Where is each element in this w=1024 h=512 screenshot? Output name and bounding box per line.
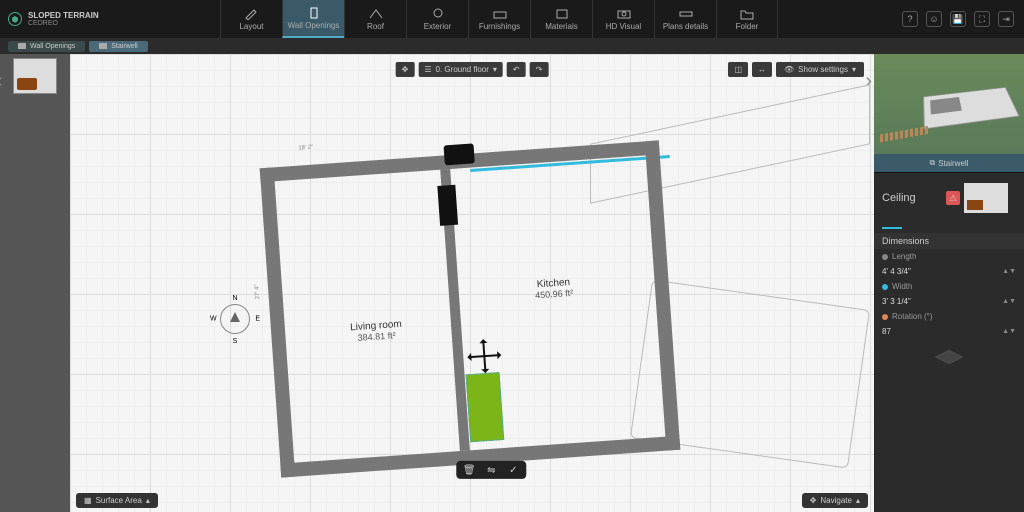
canvas[interactable]: › ✥ ☰ 0. Ground floor ▾ ↶ ↷ ◫ ↔ 👁 Show s… — [70, 54, 874, 512]
nav-exterior[interactable]: Exterior — [406, 0, 468, 38]
nav-hd-visual[interactable]: HD Visual — [592, 0, 654, 38]
swatch-icon — [554, 8, 570, 20]
stepper-icon[interactable]: ▲▼ — [1002, 270, 1016, 274]
nav-furnishings[interactable]: Furnishings — [468, 0, 530, 38]
selection-thumbnail — [964, 183, 1008, 213]
separator — [882, 227, 902, 229]
stepper-icon[interactable]: ▲▼ — [1002, 330, 1016, 334]
move-tool-button[interactable]: ✥ — [396, 62, 415, 77]
length-field[interactable]: Length — [874, 249, 1024, 264]
selection-actions: 🗑 ⇋ ✓ — [456, 461, 526, 479]
left-library-strip: ‹ — [0, 54, 70, 512]
bullet-icon — [882, 284, 888, 290]
rotation-value[interactable]: 87 ▲▼ — [874, 324, 1024, 339]
tab-wall-openings[interactable]: Wall Openings — [8, 41, 85, 52]
measure-button[interactable]: ↔ — [752, 62, 772, 77]
width-value[interactable]: 3' 3 1/4" ▲▼ — [874, 294, 1024, 309]
brand-logo-icon: ⬢ — [8, 12, 22, 26]
door-icon — [306, 7, 322, 19]
fullscreen-button[interactable]: ⛶ — [974, 11, 990, 27]
panel-tab-stairwell[interactable]: ⧉ Stairwell — [874, 154, 1024, 172]
topbar-actions: ? ☺ 💾 ⛶ ⇥ — [902, 11, 1024, 27]
bullet-icon — [882, 254, 888, 260]
brand-name: CEDREO — [28, 20, 99, 27]
camera-icon — [616, 8, 632, 20]
warning-button[interactable]: ⚠ — [946, 191, 960, 205]
dimensions-group-title: Dimensions — [874, 233, 1024, 249]
compass-e: E — [255, 316, 260, 323]
move-handle[interactable] — [470, 342, 498, 370]
floorplan[interactable]: Living room 384.81 ft² Kitchen 450.96 ft… — [260, 140, 681, 477]
building-model-icon — [923, 87, 1020, 129]
exit-button[interactable]: ⇥ — [998, 11, 1014, 27]
3d-preview[interactable] — [874, 54, 1024, 154]
floor-selector[interactable]: ☰ 0. Ground floor ▾ — [418, 62, 503, 77]
door-small-icon — [18, 43, 26, 49]
tab-stairwell[interactable]: Stairwell — [89, 41, 147, 52]
feedback-button[interactable]: ☺ — [926, 11, 942, 27]
panel-tabs: ⧉ Stairwell — [874, 154, 1024, 173]
stairwell-object[interactable] — [466, 372, 505, 442]
tree-icon — [430, 8, 446, 20]
ruler-icon — [678, 8, 694, 20]
properties-panel: ⧉ Stairwell Ceiling ⚠ Dimensions Length … — [874, 54, 1024, 512]
nav-materials[interactable]: Materials — [530, 0, 592, 38]
panel-header: Ceiling ⚠ — [874, 173, 1024, 223]
undo-button[interactable]: ↶ — [507, 62, 526, 77]
compass-n: N — [232, 295, 237, 302]
compass-s: S — [233, 338, 238, 345]
length-value[interactable]: 4' 4 3/4" ▲▼ — [874, 264, 1024, 279]
fixture[interactable] — [437, 185, 458, 226]
save-button[interactable]: 💾 — [950, 11, 966, 27]
help-button[interactable]: ? — [902, 11, 918, 27]
canvas-right-toolbar: ◫ ↔ 👁 Show settings ▾ — [728, 62, 864, 77]
roof-icon — [368, 8, 384, 20]
sofa-icon — [492, 8, 508, 20]
room-label: Living room 384.81 ft² — [321, 317, 432, 346]
stairs-small-icon — [99, 43, 107, 49]
room-label: Kitchen 450.96 ft² — [498, 274, 609, 303]
layers-button[interactable]: ◫ — [728, 62, 748, 77]
stepper-icon[interactable]: ▲▼ — [1002, 300, 1016, 304]
folder-icon — [739, 8, 755, 20]
width-field[interactable]: Width — [874, 279, 1024, 294]
flip-button[interactable]: ⇋ — [484, 464, 498, 476]
cube-face-icon — [935, 350, 963, 364]
nav-roof[interactable]: Roof — [344, 0, 406, 38]
dimension-label: 27' 4" — [254, 284, 261, 299]
floor-toolbar: ✥ ☰ 0. Ground floor ▾ ↶ ↷ — [396, 62, 549, 77]
bullet-icon — [882, 314, 888, 320]
dimension-label: 18' 2" — [298, 145, 313, 152]
sub-tabs-bar: Wall Openings Stairwell — [0, 38, 1024, 54]
stairwell-thumbnail[interactable] — [13, 58, 57, 94]
nav-plans-details[interactable]: Plans details — [654, 0, 716, 38]
main-nav: Layout Wall Openings Roof Exterior Furni… — [220, 0, 778, 38]
main-area: ‹ › ✥ ☰ 0. Ground floor ▾ ↶ ↷ ◫ ↔ 👁 Show… — [0, 54, 1024, 512]
confirm-button[interactable]: ✓ — [506, 464, 520, 476]
nav-wall-openings[interactable]: Wall Openings — [282, 0, 344, 38]
fixture[interactable] — [444, 143, 475, 165]
navigate-button[interactable]: ✥ Navigate ▴ — [802, 493, 868, 508]
pencil-icon — [244, 8, 260, 20]
top-bar: ⬢ SLOPED TERRAIN CEDREO Layout Wall Open… — [0, 0, 1024, 38]
orientation-cube[interactable] — [934, 347, 964, 377]
show-settings-button[interactable]: 👁 Show settings ▾ — [776, 62, 864, 77]
rotation-field[interactable]: Rotation (°) — [874, 309, 1024, 324]
delete-button[interactable]: 🗑 — [462, 464, 476, 476]
compass[interactable]: N W E S — [215, 299, 255, 339]
collapse-left-icon[interactable]: ‹ — [0, 70, 3, 93]
nav-folder[interactable]: Folder — [716, 0, 778, 38]
surface-area-button[interactable]: ▦ Surface Area ▴ — [76, 493, 158, 508]
panel-title: Ceiling — [882, 192, 916, 204]
fence-icon — [880, 126, 930, 143]
nav-layout[interactable]: Layout — [220, 0, 282, 38]
brand: ⬢ SLOPED TERRAIN CEDREO — [0, 11, 120, 27]
project-title: SLOPED TERRAIN — [28, 11, 99, 20]
redo-button[interactable]: ↷ — [530, 62, 549, 77]
compass-ring-icon — [220, 304, 250, 334]
compass-w: W — [210, 316, 217, 323]
